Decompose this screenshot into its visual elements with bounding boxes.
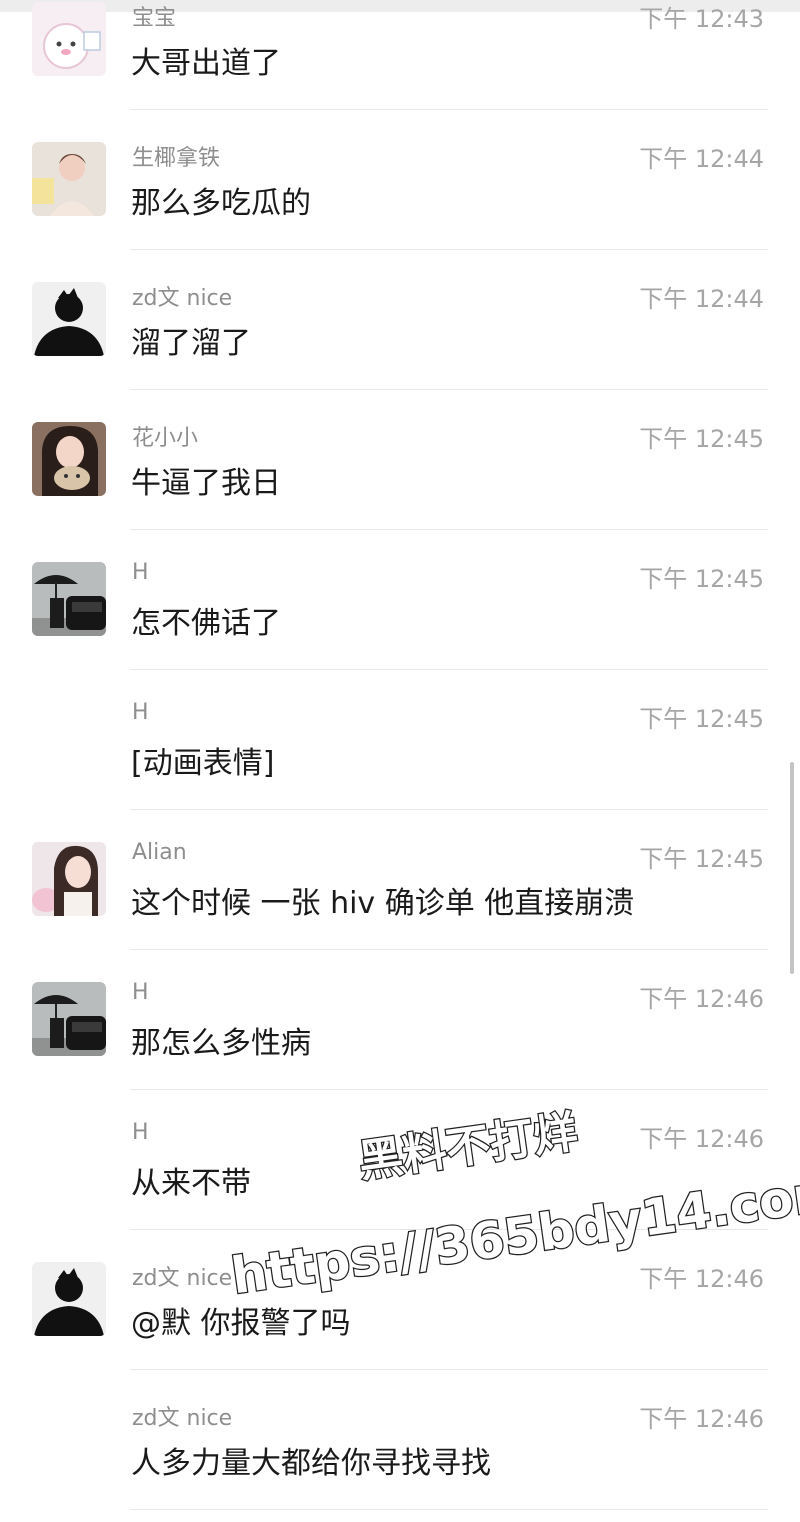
- umbrella-car-avatar[interactable]: [32, 982, 106, 1056]
- message-time: 下午 12:45: [639, 845, 764, 873]
- divider: [131, 1509, 768, 1510]
- sender-name: H: [132, 700, 149, 725]
- message-time: 下午 12:45: [639, 425, 764, 453]
- message-text[interactable]: 那么多吃瓜的: [131, 178, 311, 222]
- sender-name: 生椰拿铁: [132, 146, 221, 171]
- message-time: 下午 12:43: [639, 5, 764, 33]
- chat-message-row[interactable]: H 下午 12:45 [动画表情]: [0, 670, 800, 810]
- chat-message-row[interactable]: 生椰拿铁 下午 12:44 那么多吃瓜的: [0, 110, 800, 250]
- sender-name: Alian: [132, 840, 187, 865]
- message-text[interactable]: 大哥出道了: [131, 38, 281, 82]
- girl-cat-avatar[interactable]: [32, 422, 106, 496]
- message-text[interactable]: 这个时候 一张 hiv 确诊单 他直接崩溃: [131, 878, 634, 922]
- message-text[interactable]: [动画表情]: [131, 738, 274, 782]
- sender-name: H: [132, 980, 149, 1005]
- girl-portrait-avatar[interactable]: [32, 842, 106, 916]
- chat-message-row[interactable]: zd文 nice 下午 12:46 人多力量大都给你寻找寻找: [0, 1370, 800, 1510]
- chat-message-row[interactable]: H 下午 12:46 从来不带: [0, 1090, 800, 1230]
- message-time: 下午 12:46: [639, 1125, 764, 1153]
- chat-message-row[interactable]: 花小小 下午 12:45 牛逼了我日: [0, 390, 800, 530]
- message-time: 下午 12:45: [639, 705, 764, 733]
- message-text[interactable]: @默 你报警了吗: [131, 1298, 351, 1342]
- sender-name: 花小小: [132, 426, 199, 451]
- umbrella-car-avatar[interactable]: [32, 562, 106, 636]
- sender-name: zd文 nice: [132, 1406, 233, 1431]
- sender-name: H: [132, 560, 149, 585]
- chat-message-row[interactable]: zd文 nice 下午 12:44 溜了溜了: [0, 250, 800, 390]
- chat-message-row[interactable]: 宝宝 下午 12:43 大哥出道了: [0, 0, 800, 110]
- message-time: 下午 12:45: [639, 565, 764, 593]
- message-text[interactable]: 怎不佛话了: [131, 598, 281, 642]
- message-time: 下午 12:46: [639, 985, 764, 1013]
- sender-name: zd文 nice: [132, 1266, 233, 1291]
- message-text[interactable]: 人多力量大都给你寻找寻找: [131, 1438, 491, 1482]
- chat-message-row[interactable]: H 下午 12:46 那怎么多性病: [0, 950, 800, 1090]
- sender-name: 宝宝: [132, 6, 177, 31]
- message-time: 下午 12:46: [639, 1405, 764, 1433]
- silhouette-avatar[interactable]: [32, 1262, 106, 1336]
- woman-photo-avatar[interactable]: [32, 142, 106, 216]
- chat-message-row[interactable]: H 下午 12:45 怎不佛话了: [0, 530, 800, 670]
- message-text[interactable]: 溜了溜了: [131, 318, 251, 362]
- sender-name: H: [132, 1120, 149, 1145]
- chat-message-row[interactable]: zd文 nice 下午 12:46 @默 你报警了吗: [0, 1230, 800, 1370]
- chat-history-list[interactable]: 宝宝 下午 12:43 大哥出道了 生椰拿铁 下午 12:44 那么多吃瓜的 z…: [0, 0, 800, 1510]
- chat-message-row[interactable]: Alian 下午 12:45 这个时候 一张 hiv 确诊单 他直接崩溃: [0, 810, 800, 950]
- sender-name: zd文 nice: [132, 286, 233, 311]
- message-text[interactable]: 从来不带: [131, 1158, 251, 1202]
- silhouette-avatar[interactable]: [32, 282, 106, 356]
- message-text[interactable]: 那怎么多性病: [131, 1018, 311, 1062]
- scrollbar[interactable]: [790, 762, 794, 974]
- message-time: 下午 12:46: [639, 1265, 764, 1293]
- message-time: 下午 12:44: [639, 285, 764, 313]
- message-text[interactable]: 牛逼了我日: [131, 458, 281, 502]
- cartoon-avatar[interactable]: [32, 2, 106, 76]
- message-time: 下午 12:44: [639, 145, 764, 173]
